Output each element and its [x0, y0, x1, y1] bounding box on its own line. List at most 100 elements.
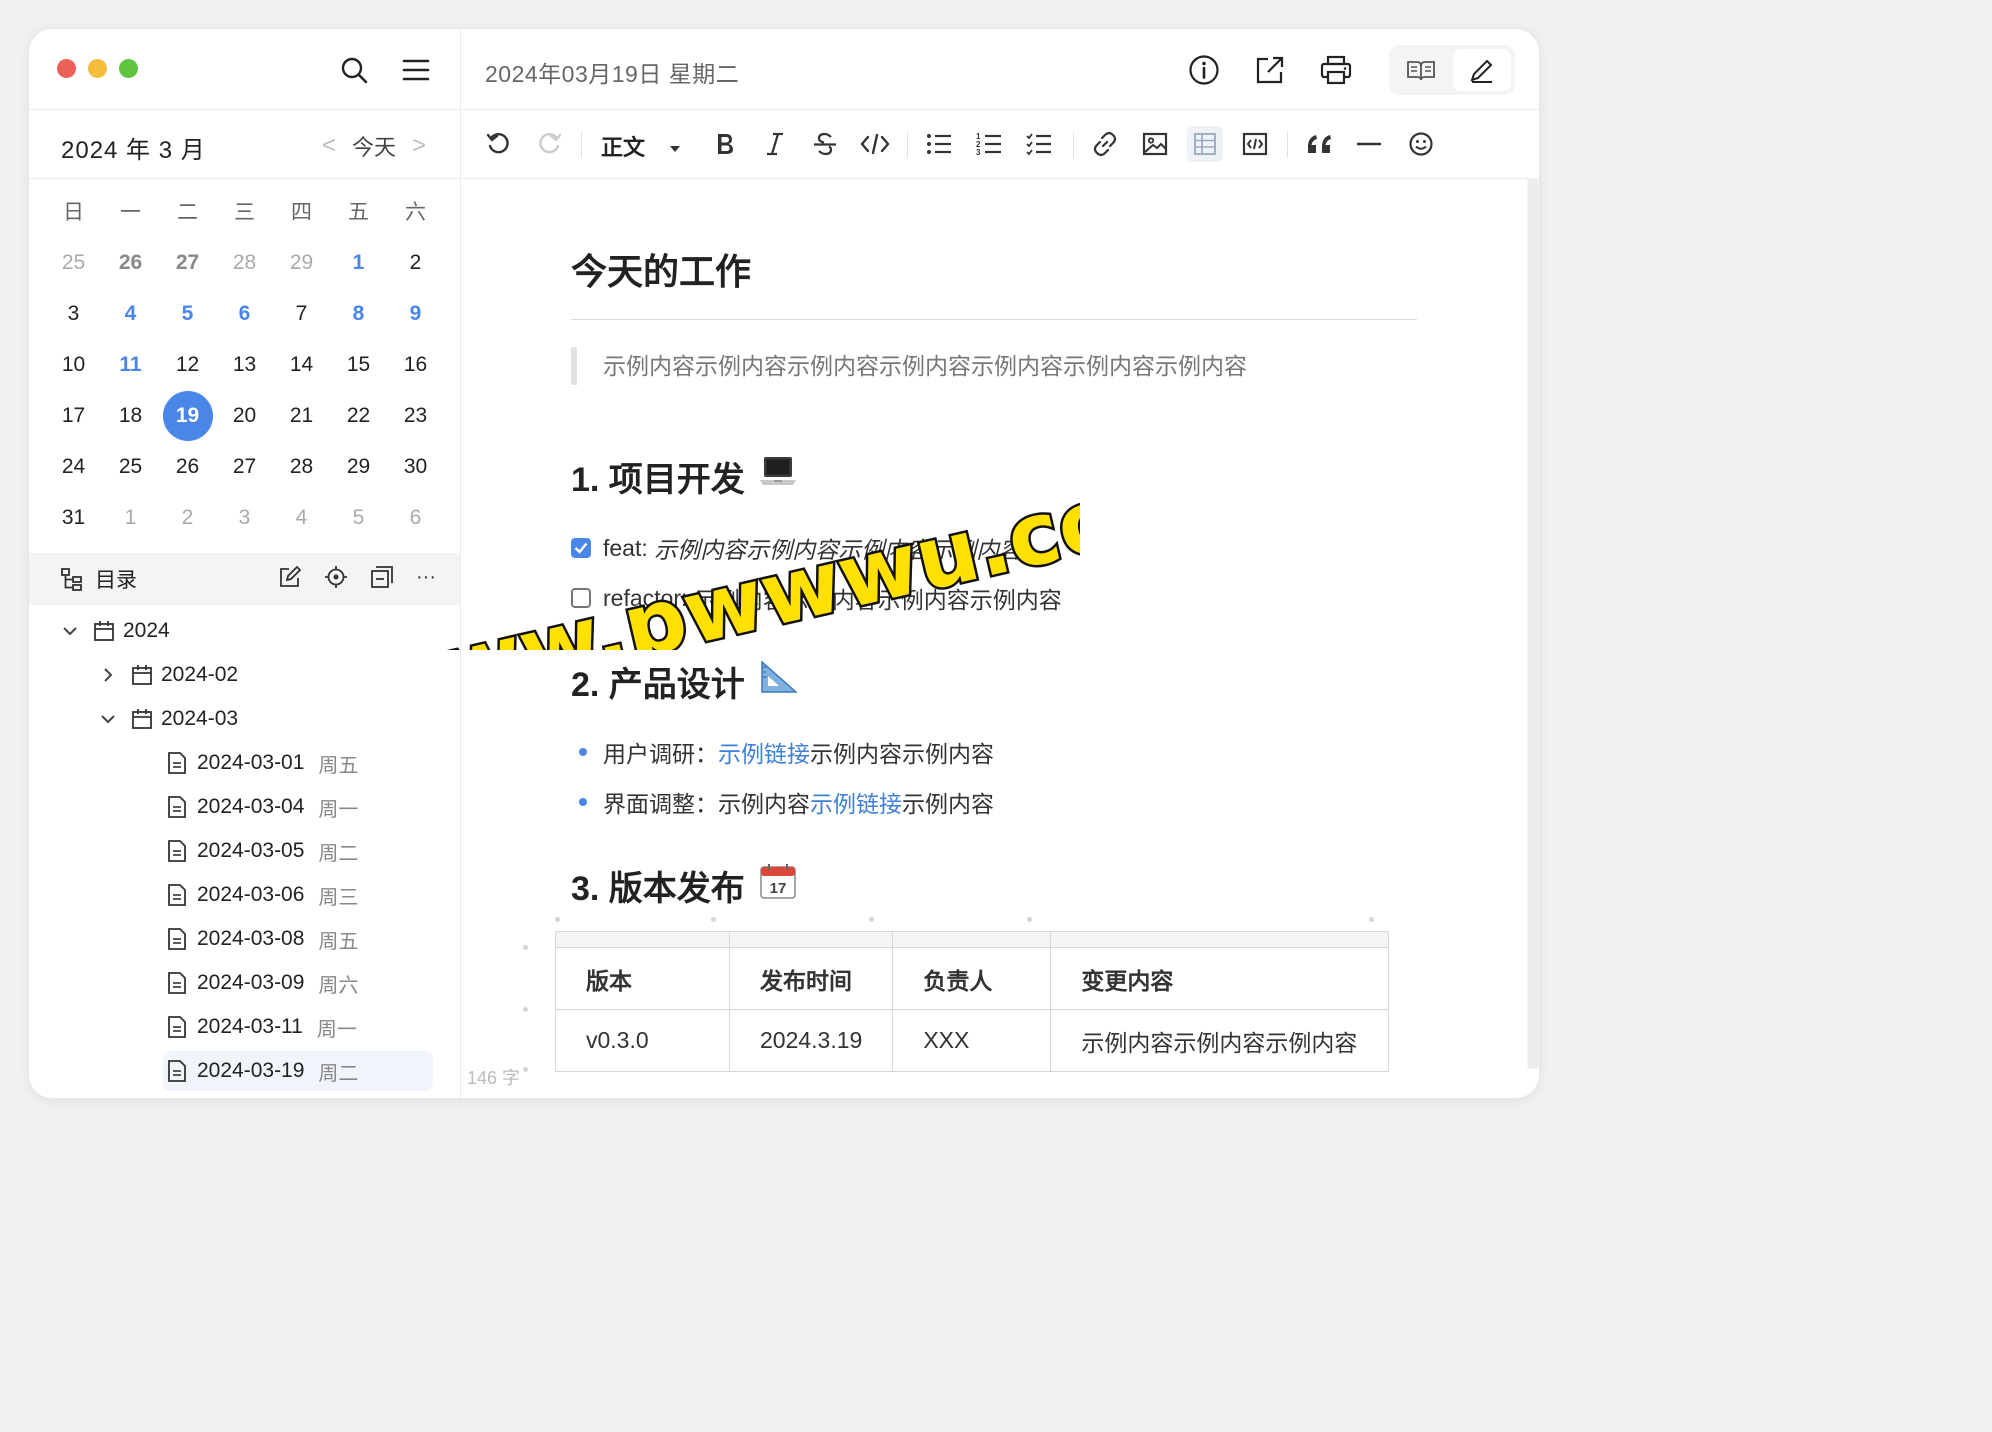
next-month-button[interactable]: >: [412, 132, 426, 160]
calendar-day[interactable]: 13: [216, 340, 273, 390]
calendar-day[interactable]: 8: [330, 289, 387, 339]
table-handle-dot[interactable]: [1027, 917, 1032, 922]
task-list-icon[interactable]: [1021, 126, 1057, 162]
tree-file-item[interactable]: 2024-03-05 周二: [167, 831, 358, 871]
table-cell[interactable]: 2024.3.19: [728, 1009, 894, 1072]
calendar-day[interactable]: 4: [102, 289, 159, 339]
paragraph-style-select[interactable]: 正文: [601, 130, 681, 162]
table-cell[interactable]: v0.3.0: [555, 1009, 730, 1072]
calendar-day[interactable]: 5: [159, 289, 216, 339]
calendar-day[interactable]: 3: [216, 493, 273, 543]
minimize-window-button[interactable]: [88, 59, 107, 78]
tree-file-item[interactable]: 2024-03-01 周五: [167, 743, 358, 783]
ordered-list-icon[interactable]: 123: [971, 126, 1007, 162]
calendar-day[interactable]: 17: [45, 391, 102, 441]
release-table[interactable]: 版本 发布时间 负责人 变更内容 v0.3.0 2024.3.19 XXX 示例…: [555, 931, 1389, 1072]
link-icon[interactable]: [1087, 126, 1123, 162]
calendar-day[interactable]: 27: [216, 442, 273, 492]
calendar-day[interactable]: 16: [387, 340, 444, 390]
calendar-day[interactable]: 24: [45, 442, 102, 492]
tree-folder-item[interactable]: 2024: [59, 611, 170, 651]
tree-folder-item[interactable]: 2024-02: [97, 655, 238, 695]
more-icon[interactable]: ···: [416, 565, 436, 594]
scrollbar[interactable]: [1527, 179, 1539, 1069]
tree-file-item[interactable]: 2024-03-06 周三: [167, 875, 358, 915]
quote-icon[interactable]: [1301, 126, 1337, 162]
table-handle-dot[interactable]: [523, 1067, 528, 1072]
calendar-day[interactable]: 22: [330, 391, 387, 441]
calendar-day[interactable]: 18: [102, 391, 159, 441]
menu-icon[interactable]: [399, 53, 433, 87]
calendar-day[interactable]: 12: [159, 340, 216, 390]
calendar-day[interactable]: 6: [387, 493, 444, 543]
edit-icon[interactable]: [278, 565, 302, 594]
print-icon[interactable]: [1317, 51, 1355, 89]
close-window-button[interactable]: [57, 59, 76, 78]
calendar-day[interactable]: 14: [273, 340, 330, 390]
emoji-icon[interactable]: [1403, 126, 1439, 162]
info-icon[interactable]: [1185, 51, 1223, 89]
table-cell[interactable]: 示例内容示例内容示例内容: [1050, 1009, 1389, 1072]
calendar-day[interactable]: 26: [159, 442, 216, 492]
export-icon[interactable]: [1251, 51, 1289, 89]
calendar-day[interactable]: 3: [45, 289, 102, 339]
calendar-day[interactable]: 30: [387, 442, 444, 492]
locate-icon[interactable]: [324, 565, 348, 594]
edit-mode-button[interactable]: [1453, 49, 1511, 91]
calendar-day[interactable]: 1: [330, 238, 387, 288]
table-handle-dot[interactable]: [711, 917, 716, 922]
calendar-day[interactable]: 29: [330, 442, 387, 492]
search-icon[interactable]: [337, 53, 371, 87]
calendar-day[interactable]: 28: [273, 442, 330, 492]
tree-folder-item[interactable]: 2024-03: [97, 699, 238, 739]
table-handle-dot[interactable]: [555, 917, 560, 922]
calendar-day[interactable]: 15: [330, 340, 387, 390]
calendar-day[interactable]: 2: [159, 493, 216, 543]
table-header-cell[interactable]: 版本: [555, 947, 730, 1010]
calendar-day[interactable]: 20: [216, 391, 273, 441]
redo-icon[interactable]: [531, 126, 567, 162]
collapse-icon[interactable]: [370, 565, 394, 594]
calendar-day[interactable]: 28: [216, 238, 273, 288]
calendar-day[interactable]: 7: [273, 289, 330, 339]
calendar-day-today[interactable]: 19: [159, 390, 216, 441]
chevron-down-icon[interactable]: [97, 714, 119, 724]
code-icon[interactable]: [857, 126, 893, 162]
chevron-down-icon[interactable]: [59, 626, 81, 636]
code-block-icon[interactable]: [1237, 126, 1273, 162]
calendar-day[interactable]: 5: [330, 493, 387, 543]
calendar-day[interactable]: 25: [102, 442, 159, 492]
table-header-cell[interactable]: 变更内容: [1050, 947, 1389, 1010]
table-icon[interactable]: [1187, 126, 1223, 162]
image-icon[interactable]: [1137, 126, 1173, 162]
task-checkbox[interactable]: [571, 588, 591, 608]
chevron-right-icon[interactable]: [97, 667, 119, 683]
strikethrough-icon[interactable]: [807, 126, 843, 162]
example-link[interactable]: 示例链接: [810, 785, 902, 819]
read-mode-icon[interactable]: [1401, 54, 1441, 86]
table-handle-dot[interactable]: [1369, 917, 1374, 922]
table-handle-dot[interactable]: [523, 945, 528, 950]
calendar-day[interactable]: 11: [102, 340, 159, 390]
task-checkbox[interactable]: [571, 538, 591, 558]
bullet-list-icon[interactable]: [921, 126, 957, 162]
table-column-handles[interactable]: [555, 931, 1389, 948]
calendar-day[interactable]: 31: [45, 493, 102, 543]
calendar-day[interactable]: 9: [387, 289, 444, 339]
calendar-day[interactable]: 2: [387, 238, 444, 288]
italic-icon[interactable]: [757, 126, 793, 162]
tree-file-item[interactable]: 2024-03-08 周五: [167, 919, 358, 959]
example-link[interactable]: 示例链接: [718, 735, 810, 769]
table-handle-dot[interactable]: [869, 917, 874, 922]
tree-file-item[interactable]: 2024-03-09 周六: [167, 963, 358, 1003]
table-header-cell[interactable]: 发布时间: [728, 947, 894, 1010]
bold-icon[interactable]: [707, 126, 743, 162]
calendar-day[interactable]: 27: [159, 238, 216, 288]
calendar-day[interactable]: 26: [102, 238, 159, 288]
table-cell[interactable]: XXX: [892, 1009, 1052, 1072]
divider-icon[interactable]: [1351, 126, 1387, 162]
calendar-day[interactable]: 21: [273, 391, 330, 441]
calendar-day[interactable]: 23: [387, 391, 444, 441]
today-button[interactable]: 今天: [352, 130, 396, 162]
table-handle-dot[interactable]: [523, 1007, 528, 1012]
